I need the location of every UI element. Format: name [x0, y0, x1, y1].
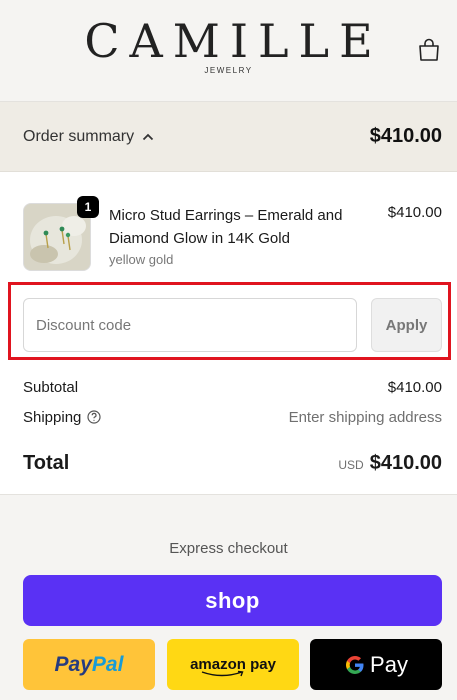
shipping-value: Enter shipping address: [288, 408, 442, 426]
order-summary-bar[interactable]: Order summary $410.00: [0, 102, 457, 172]
chevron-up-icon: [142, 133, 154, 140]
brand-logo[interactable]: CAMILLE JEWELRY: [0, 14, 457, 75]
google-pay-logo: Pay: [344, 652, 408, 678]
shopping-bag-icon: [419, 38, 439, 61]
google-pay-button[interactable]: Pay: [310, 639, 442, 690]
order-summary-label: Order summary: [23, 127, 135, 145]
paypal-logo: PayPal: [55, 653, 124, 677]
amazon-pay-button[interactable]: amazon pay: [167, 639, 299, 690]
total-row: Total USD $410.00: [23, 450, 442, 476]
currency-code: USD: [338, 457, 364, 472]
order-summary-total: $410.00: [369, 125, 442, 147]
total-value: $410.00: [369, 451, 442, 474]
subtotal-value: $410.00: [387, 378, 442, 396]
brand-subtitle: JEWELRY: [204, 66, 253, 75]
google-g-icon: [346, 655, 364, 674]
shop-pay-logo: shop: [205, 587, 260, 613]
quantity-badge: 1: [77, 196, 99, 218]
order-summary-toggle[interactable]: Order summary: [23, 128, 154, 146]
shipping-label: Shipping: [23, 408, 82, 426]
amazon-smile-icon: [201, 670, 244, 677]
paypal-logo-part-1: Pay: [54, 652, 92, 676]
shipping-row: Shipping Enter shipping address: [23, 407, 442, 427]
product-price: $410.00: [387, 204, 442, 221]
product-title: Micro Stud Earrings – Emerald and Diamon…: [109, 207, 343, 247]
shipping-label-group: Shipping: [23, 409, 101, 426]
cart-button[interactable]: [416, 36, 442, 64]
google-pay-label: Pay: [370, 651, 408, 677]
total-label: Total: [23, 451, 70, 474]
brand-name: CAMILLE: [84, 14, 383, 68]
order-summary-panel: 1 Micro Stud Earrings – Emerald and Diam…: [0, 172, 457, 495]
discount-code-input[interactable]: [23, 298, 357, 352]
paypal-button[interactable]: PayPal: [23, 639, 155, 690]
store-header: CAMILLE JEWELRY: [0, 0, 457, 102]
apply-discount-button[interactable]: Apply: [371, 298, 442, 352]
express-checkout-label: Express checkout: [169, 540, 288, 557]
total-amount-group: USD $410.00: [338, 452, 442, 475]
product-variant: yellow gold: [109, 252, 174, 267]
line-item: 1 Micro Stud Earrings – Emerald and Diam…: [23, 196, 442, 272]
question-circle-icon[interactable]: [87, 410, 101, 424]
shop-pay-button[interactable]: shop: [23, 575, 442, 626]
subtotal-row: Subtotal $410.00: [23, 377, 442, 397]
subtotal-label: Subtotal: [23, 378, 79, 396]
paypal-logo-part-2: Pal: [91, 652, 124, 676]
